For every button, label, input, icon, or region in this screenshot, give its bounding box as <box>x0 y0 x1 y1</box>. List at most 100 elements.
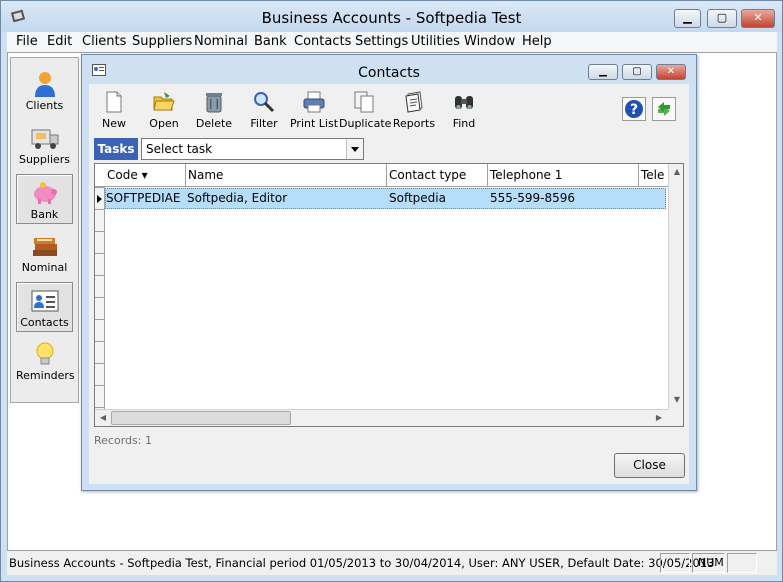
supplier-truck-icon <box>31 129 58 149</box>
contacts-body: New Open Delete Filter Print List Duplic… <box>89 84 689 484</box>
menu-window[interactable]: Window <box>464 34 515 49</box>
scroll-right-icon[interactable]: ▶ <box>651 410 667 426</box>
nav-reminders-label: Reminders <box>16 369 75 382</box>
menu-bank[interactable]: Bank <box>254 34 287 49</box>
column-header-telephone-1[interactable]: Telephone 1 <box>488 164 639 187</box>
refresh-button[interactable] <box>652 97 676 121</box>
toolbar-delete-label: Delete <box>195 117 233 130</box>
scrollbar-corner <box>668 409 683 426</box>
contacts-minimize-button[interactable]: ▁ <box>588 64 618 80</box>
help-button[interactable]: ? <box>622 97 646 121</box>
records-count: Records: 1 <box>94 434 152 447</box>
nav-contacts-label: Contacts <box>20 316 69 329</box>
tasks-label: Tasks <box>94 138 138 160</box>
menu-file[interactable]: File <box>16 34 38 49</box>
contact-card-icon <box>31 290 58 312</box>
column-header-code-label: Code <box>107 168 138 182</box>
open-folder-icon <box>153 92 175 111</box>
magnifier-icon <box>254 92 275 113</box>
scroll-left-icon[interactable]: ◀ <box>95 410 111 426</box>
nav-nominal[interactable]: Nominal <box>16 228 73 278</box>
close-dialog-button[interactable]: Close <box>614 453 685 478</box>
contacts-grid[interactable]: Code ▾ Name Contact type Telephone 1 Tel… <box>94 163 684 427</box>
piggy-bank-icon <box>33 182 57 204</box>
toolbar-open-label: Open <box>149 117 179 130</box>
nav-suppliers[interactable]: Suppliers <box>16 120 73 170</box>
toolbar-find-label: Find <box>452 117 476 130</box>
toolbar-filter-label: Filter <box>250 117 278 130</box>
minimize-button[interactable]: ▁ <box>674 9 701 28</box>
menu-settings[interactable]: Settings <box>355 34 408 49</box>
column-header-contact-type[interactable]: Contact type <box>387 164 488 187</box>
reports-icon <box>405 91 423 113</box>
column-header-code[interactable]: Code ▾ <box>105 164 186 187</box>
sort-descending-icon: ▾ <box>141 168 148 182</box>
nav-bank-label: Bank <box>30 208 59 221</box>
toolbar-reports-button[interactable]: Reports <box>389 88 439 132</box>
status-text: Business Accounts - Softpedia Test, Fina… <box>9 556 715 570</box>
menu-contacts[interactable]: Contacts <box>294 34 351 49</box>
toolbar-print-list-label: Print List <box>289 117 339 130</box>
cell-name: Softpedia, Editor <box>187 191 288 205</box>
cell-code: SOFTPEDIAE <box>106 191 181 205</box>
toolbar-new-label: New <box>102 117 126 130</box>
nav-clients-label: Clients <box>25 99 64 112</box>
contacts-close-button[interactable]: ✕ <box>656 64 686 80</box>
nav-clients[interactable]: Clients <box>16 66 73 116</box>
books-icon <box>32 238 57 256</box>
table-row[interactable]: SOFTPEDIAE Softpedia, Editor Softpedia 5… <box>105 188 666 209</box>
status-bar: Business Accounts - Softpedia Test, Fina… <box>7 551 777 575</box>
trash-can-icon <box>206 93 222 113</box>
title-bar[interactable]: Business Accounts - Softpedia Test ▁ ▢ ✕ <box>1 1 782 32</box>
row-indicator-column <box>95 164 105 426</box>
menu-bar: File Edit Clients Suppliers Nominal Bank… <box>7 32 777 52</box>
maximize-button[interactable]: ▢ <box>707 9 737 28</box>
scroll-up-icon[interactable]: ▲ <box>669 164 683 180</box>
column-header-name[interactable]: Name <box>186 164 387 187</box>
chevron-down-icon[interactable] <box>346 139 363 159</box>
refresh-arrows-icon <box>658 102 670 116</box>
toolbar-open-button[interactable]: Open <box>139 88 189 132</box>
nav-suppliers-label: Suppliers <box>18 153 71 166</box>
nav-reminders[interactable]: Reminders <box>16 336 75 386</box>
menu-help[interactable]: Help <box>522 34 552 49</box>
svg-text:?: ? <box>630 102 638 118</box>
current-row-pointer-icon <box>97 195 102 203</box>
menu-suppliers[interactable]: Suppliers <box>132 34 192 49</box>
status-panel-caps <box>660 553 690 573</box>
toolbar-delete-button[interactable]: Delete <box>189 88 239 132</box>
clients-person-icon <box>34 72 55 97</box>
toolbar-print-list-button[interactable]: Print List <box>289 88 339 132</box>
window-title: Business Accounts - Softpedia Test <box>261 9 522 27</box>
nav-bank[interactable]: Bank <box>16 174 73 224</box>
horizontal-scroll-thumb[interactable] <box>111 411 291 425</box>
cell-contact-type: Softpedia <box>389 191 446 205</box>
toolbar-duplicate-label: Duplicate <box>339 117 392 130</box>
nav-contacts[interactable]: Contacts <box>16 282 73 332</box>
menu-clients[interactable]: Clients <box>82 34 126 49</box>
menu-nominal[interactable]: Nominal <box>194 34 248 49</box>
menu-utilities[interactable]: Utilities <box>411 34 460 49</box>
horizontal-scrollbar[interactable]: ◀ ▶ <box>95 409 668 426</box>
cell-telephone-1: 555-599-8596 <box>490 191 576 205</box>
nav-nominal-label: Nominal <box>21 261 68 274</box>
status-panel-scroll <box>727 553 757 573</box>
navigation-bar: Clients Suppliers Bank Nominal Contacts … <box>10 57 79 403</box>
binoculars-icon <box>455 96 473 109</box>
column-header-telephone-2[interactable]: Tele <box>639 164 668 187</box>
help-question-icon: ? <box>625 100 643 118</box>
toolbar-reports-label: Reports <box>392 117 436 130</box>
status-panel-num: NUM <box>692 553 725 573</box>
vertical-scrollbar[interactable]: ▲ ▼ <box>668 164 683 409</box>
duplicate-pages-icon <box>354 91 374 113</box>
tasks-select[interactable]: Select task <box>141 138 364 160</box>
main-window: Business Accounts - Softpedia Test ▁ ▢ ✕… <box>0 0 783 582</box>
contacts-maximize-button[interactable]: ▢ <box>622 64 652 80</box>
toolbar-filter-button[interactable]: Filter <box>239 88 289 132</box>
toolbar-find-button[interactable]: Find <box>439 88 489 132</box>
menu-edit[interactable]: Edit <box>47 34 72 49</box>
scroll-down-icon[interactable]: ▼ <box>669 392 683 408</box>
toolbar-duplicate-button[interactable]: Duplicate <box>339 88 392 132</box>
close-button[interactable]: ✕ <box>741 9 775 28</box>
toolbar-new-button[interactable]: New <box>89 88 139 132</box>
